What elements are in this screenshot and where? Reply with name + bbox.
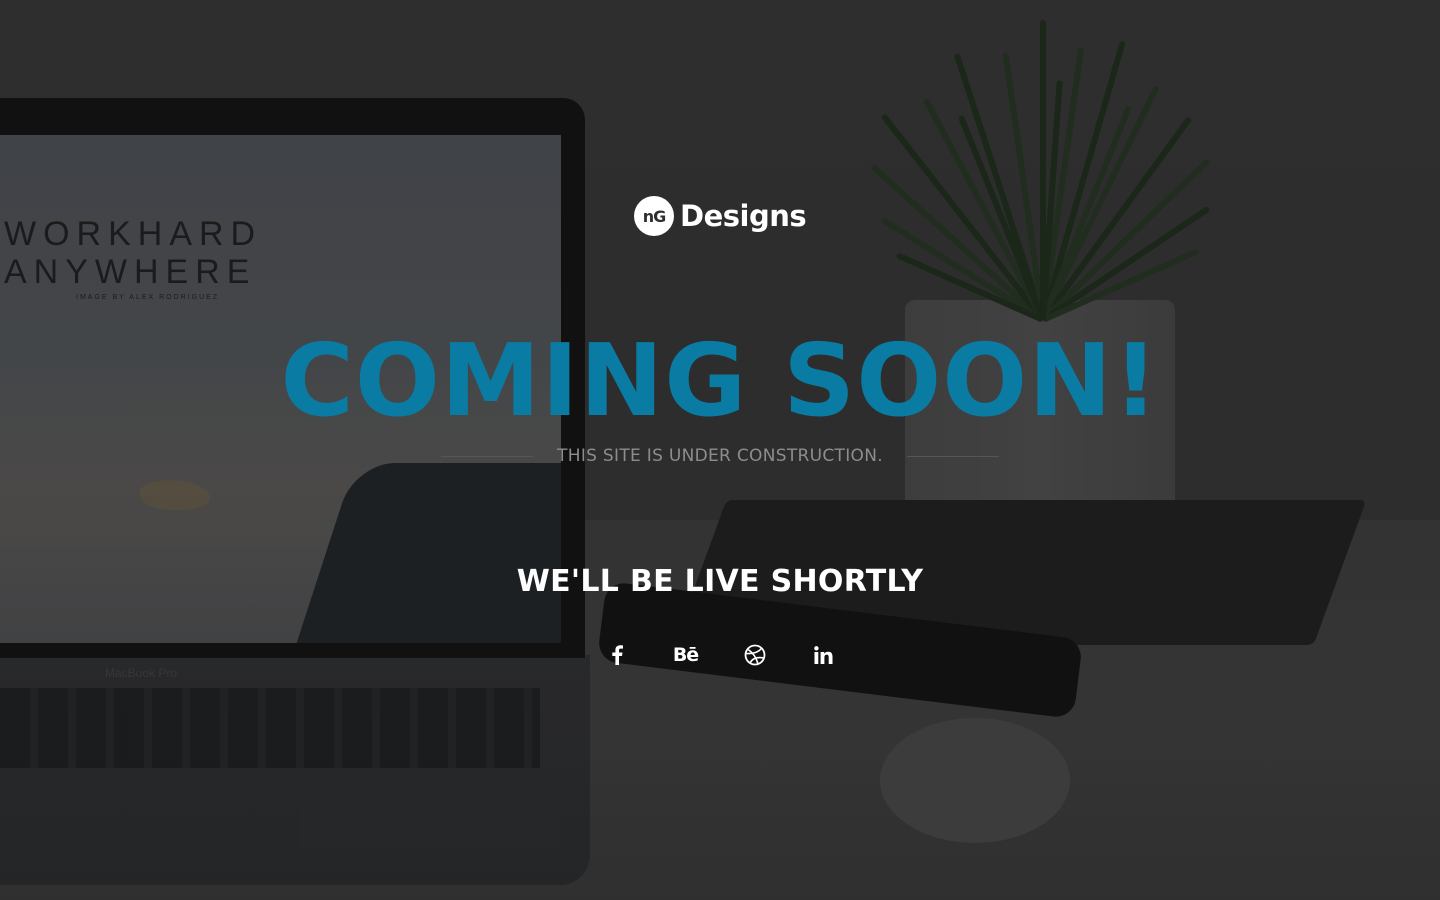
logo-badge-icon: nG	[634, 196, 674, 236]
divider-left	[441, 455, 534, 457]
behance-icon: Bē	[672, 644, 699, 666]
brand-logo[interactable]: nG Designs	[634, 196, 807, 236]
facebook-icon	[611, 645, 623, 665]
subtitle: THIS SITE IS UNDER CONSTRUCTION.	[557, 446, 883, 466]
linkedin-link[interactable]	[789, 638, 858, 672]
dribbble-icon	[744, 644, 766, 666]
behance-link[interactable]: Bē	[651, 638, 720, 672]
page-title: COMING SOON!	[280, 322, 1160, 439]
linkedin-icon	[814, 646, 833, 664]
social-links: Bē	[0, 638, 1440, 672]
subtitle-row: THIS SITE IS UNDER CONSTRUCTION.	[0, 444, 1440, 468]
dribbble-link[interactable]	[720, 638, 789, 672]
brand-name: Designs	[680, 199, 807, 233]
divider-right	[906, 455, 999, 457]
facebook-link[interactable]	[582, 638, 651, 672]
tagline: WE'LL BE LIVE SHORTLY	[516, 564, 924, 599]
